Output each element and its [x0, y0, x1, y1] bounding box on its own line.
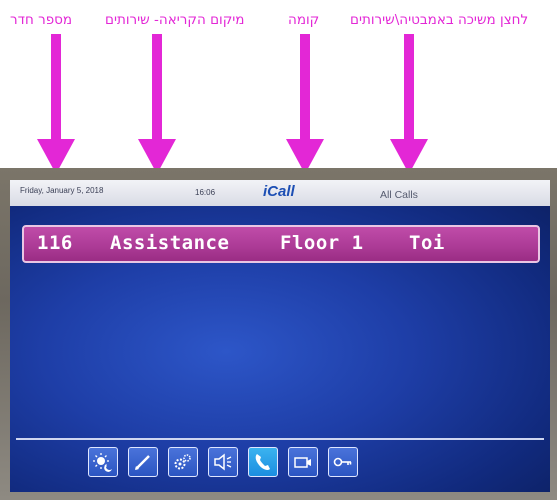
settings-button[interactable]: [168, 447, 198, 477]
day-night-icon: [93, 453, 112, 472]
edit-button[interactable]: [128, 447, 158, 477]
call-location: Toi: [409, 232, 445, 254]
view-filter[interactable]: All Calls: [380, 189, 418, 201]
divider: [16, 438, 544, 440]
speaker-button[interactable]: [208, 447, 238, 477]
edit-icon: [135, 455, 150, 470]
arrow-down-icon: [138, 34, 176, 174]
annotation-room-number: מספר חדר: [10, 12, 73, 28]
key-button[interactable]: [328, 447, 358, 477]
key-icon: [333, 457, 352, 467]
camera-icon: [294, 457, 311, 468]
camera-button[interactable]: [288, 447, 318, 477]
app-logo: iCall: [263, 183, 295, 200]
phone-button[interactable]: [248, 447, 278, 477]
call-row[interactable]: 116 Assistance Floor 1 Toi: [22, 225, 540, 263]
speaker-icon: [214, 453, 232, 471]
floor-label: Floor 1: [280, 232, 364, 254]
call-type: Assistance: [110, 232, 230, 254]
settings-icon: [174, 454, 191, 470]
annotation-pull-button: לחצן משיכה באמבטיה\שירותים: [350, 12, 529, 28]
arrow-down-icon: [37, 34, 75, 174]
day-night-button[interactable]: [88, 447, 118, 477]
arrow-down-icon: [286, 34, 324, 174]
status-bar: Friday, January 5, 2018 16:06 iCall All …: [10, 180, 550, 206]
arrow-down-icon: [390, 34, 428, 174]
room-number: 116: [37, 232, 73, 254]
annotation-floor: קומה: [288, 12, 320, 28]
annotation-call-location: מיקום הקריאה- שירותים: [105, 12, 245, 28]
status-date: Friday, January 5, 2018: [20, 186, 104, 195]
screen: Friday, January 5, 2018 16:06 iCall All …: [10, 180, 550, 492]
status-time: 16:06: [195, 188, 216, 197]
phone-icon: [255, 454, 270, 470]
